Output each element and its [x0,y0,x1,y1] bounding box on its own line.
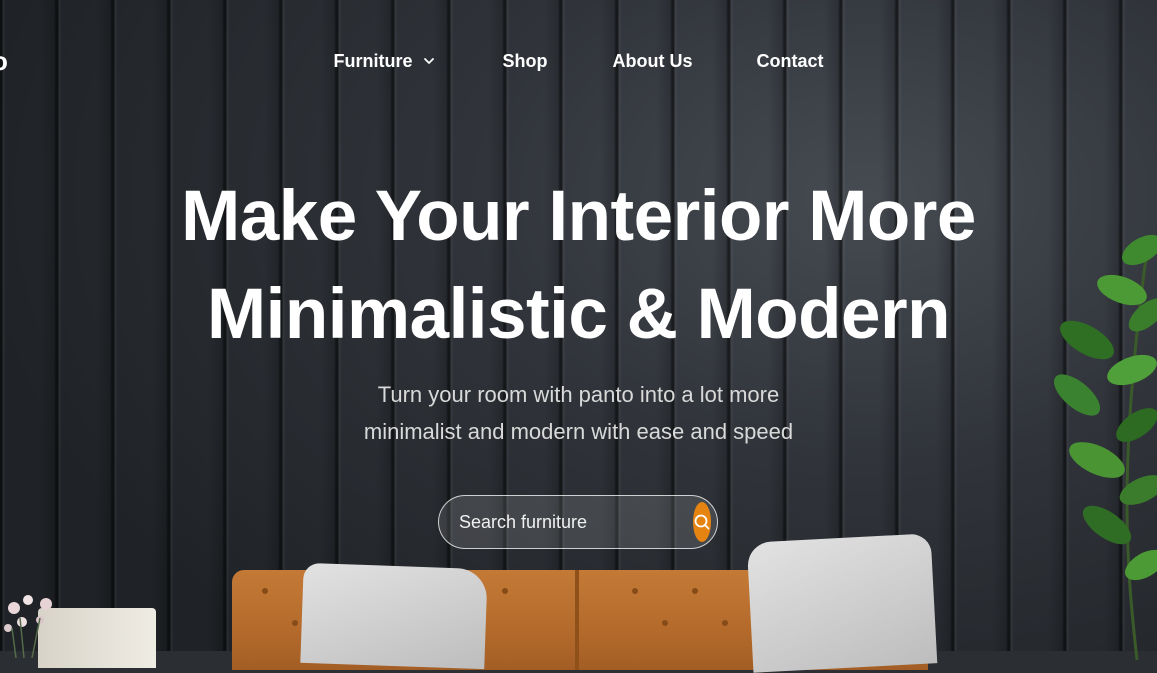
search-bar [438,495,718,549]
search-icon [694,514,710,530]
pillow-image [300,562,488,670]
hero-title-line-1: Make Your Interior More [181,177,976,256]
hero-title-line-2: Minimalistic & Modern [207,275,950,354]
hero-subtitle-line-2: minimalist and modern with ease and spee… [363,419,794,444]
nav-item-furniture[interactable]: Furniture [334,48,435,74]
nav-item-contact[interactable]: Contact [757,48,824,74]
nav-item-about-us[interactable]: About Us [613,48,693,74]
main-nav: Furniture Shop About Us Contact [0,48,1157,74]
hero-subtitle: Turn your room with panto into a lot mor… [0,376,1157,450]
pillow-image [746,533,938,673]
nav-item-label: About Us [612,50,693,71]
nav-item-label: Contact [756,50,824,71]
flowers-image [4,595,52,658]
plant-image [1053,234,1157,660]
nav-item-label: Shop [502,50,548,71]
hero-subtitle-line-1: Turn your room with panto into a lot mor… [377,382,780,407]
nav-item-label: Furniture [333,50,413,71]
hero-title: Make Your Interior More Minimalistic & M… [0,168,1157,364]
search-button[interactable] [693,502,711,542]
nav-item-shop[interactable]: Shop [503,48,548,74]
chevron-down-icon [423,58,434,64]
search-input[interactable] [439,495,693,549]
